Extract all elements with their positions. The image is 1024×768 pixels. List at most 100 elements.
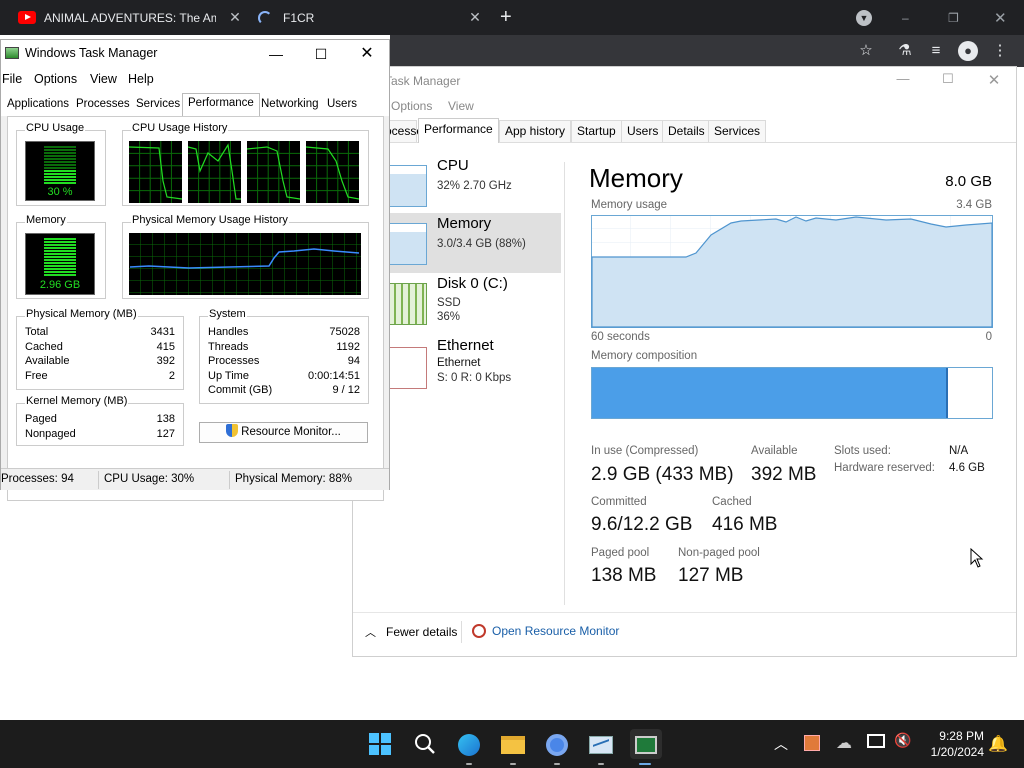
tab-details[interactable]: Details	[662, 120, 711, 142]
labs-flask-icon[interactable]: ⚗	[895, 41, 915, 61]
bookmark-star-icon[interactable]: ☆	[856, 41, 876, 61]
clock-date: 1/20/2024	[930, 745, 984, 759]
tab-applications[interactable]: Applications	[7, 98, 69, 110]
taskbar-edge-beta[interactable]	[454, 729, 484, 765]
sidebar-label: Disk 0 (C:)	[437, 275, 508, 292]
status-physical-memory: Physical Memory: 88%	[235, 473, 352, 485]
slots-label: Slots used:	[834, 445, 891, 457]
minimize-button[interactable]: —	[261, 44, 291, 64]
tab-users[interactable]: Users	[327, 98, 357, 110]
menu-view[interactable]: View	[448, 99, 474, 113]
cached-label: Cached	[712, 496, 752, 508]
window-title: Task Manager	[385, 74, 461, 88]
taskbar-chrome[interactable]	[542, 729, 572, 765]
committed-label: Committed	[591, 496, 647, 508]
new-tab-button[interactable]: +	[500, 0, 512, 35]
stat-row: Available 392	[25, 355, 175, 369]
close-tab-icon[interactable]: ✕	[467, 9, 483, 25]
menu-options[interactable]: Options	[34, 72, 77, 86]
close-tab-icon[interactable]: ✕	[227, 9, 243, 25]
minimize-button[interactable]: –	[902, 0, 909, 35]
memory-history-group: Physical Memory Usage History	[122, 214, 369, 299]
media-queue-icon[interactable]: ≡	[926, 41, 946, 61]
cpu-usage-value: 30 %	[47, 186, 73, 198]
taskbar-file-explorer[interactable]	[498, 729, 528, 765]
search-icon	[415, 734, 435, 754]
minimize-button[interactable]: —	[888, 71, 918, 91]
paged-pool-label: Paged pool	[591, 547, 650, 559]
kernel-memory-group: Kernel Memory (MB) Paged 138 Nonpaged 127	[16, 395, 184, 446]
close-button[interactable]: ✕	[979, 71, 1009, 91]
menu-file[interactable]: File	[2, 72, 22, 86]
taskbar-photos[interactable]	[586, 729, 616, 765]
menu-view[interactable]: View	[90, 72, 117, 86]
maximize-button[interactable]: ☐	[933, 71, 963, 91]
total-memory: 8.0 GB	[945, 173, 992, 190]
task-manager-window: Task Manager — ☐ ✕ Options View Processe…	[352, 66, 1017, 657]
tab-search-button[interactable]: ▼	[856, 0, 872, 35]
fewer-details-button[interactable]: ︿ Fewer details	[365, 624, 457, 640]
close-button[interactable]: ✕	[352, 44, 382, 64]
tab-startup[interactable]: Startup	[571, 120, 622, 142]
menu-options[interactable]: Options	[391, 99, 432, 113]
network-icon[interactable]	[867, 734, 885, 748]
slots-value: N/A	[949, 445, 969, 457]
maximize-button[interactable]: ☐	[306, 44, 336, 64]
restore-button[interactable]: ❐	[948, 0, 959, 35]
stat-label: Up Time	[208, 369, 249, 382]
physical-memory-group: Physical Memory (MB) Total 3431 Cached 415 A…	[16, 308, 184, 390]
search-button[interactable]	[410, 729, 440, 759]
browser-toolbar: ☆ ⚗ ≡ ● ⋮	[390, 35, 1024, 67]
menu-bar: File Options View Help	[1, 68, 389, 90]
browser-tab-f1cr[interactable]: F1CR ✕	[258, 0, 483, 35]
stat-row: Threads 1192	[208, 341, 360, 355]
stat-label: Processes	[208, 355, 260, 367]
cpu-core-graph	[129, 141, 182, 203]
tab-services[interactable]: Services	[708, 120, 767, 142]
stat-value: 3431	[150, 326, 175, 338]
chevron-up-icon[interactable]: ︿	[774, 734, 788, 754]
clock[interactable]: 9:28 PM 1/20/2024	[931, 728, 984, 760]
task-manager-icon	[5, 47, 19, 59]
cpu-core-graph	[247, 141, 300, 203]
menu-help[interactable]: Help	[128, 72, 154, 86]
cloud-offline-icon[interactable]: ☁	[836, 733, 852, 753]
taskbar: ︿ ☁ 🔇 9:28 PM 1/20/2024 🔔	[0, 720, 1024, 768]
tab-networking[interactable]: Networking	[261, 98, 319, 110]
tray-app-icon[interactable]	[804, 735, 820, 751]
volume-muted-icon[interactable]: 🔇	[894, 732, 911, 749]
stat-label: Commit (GB)	[208, 384, 273, 396]
memory-usage-graph	[591, 215, 993, 328]
resource-monitor-icon	[472, 624, 486, 638]
stat-row: Nonpaged 127	[25, 428, 175, 442]
stat-row: Processes 94	[208, 355, 360, 369]
resource-monitor-button[interactable]: Resource Monitor...	[199, 422, 368, 443]
taskbar-task-manager[interactable]	[630, 729, 662, 765]
tab-performance[interactable]: Performance	[418, 118, 499, 143]
profile-icon[interactable]: ●	[958, 41, 978, 61]
tab-performance[interactable]: Performance	[182, 93, 260, 117]
stat-label: Total	[25, 326, 49, 338]
close-browser-button[interactable]: ✕	[994, 0, 1007, 35]
folder-icon	[501, 735, 525, 754]
browser-tab-youtube[interactable]: ANIMAL ADVENTURES: The Ama ✕	[18, 0, 243, 35]
loading-spinner-icon	[258, 10, 272, 25]
tab-users[interactable]: Users	[621, 120, 665, 142]
paged-pool-value: 138 MB	[591, 565, 657, 586]
sidebar-sub: Ethernet	[437, 357, 481, 369]
notification-bell-icon[interactable]: 🔔	[988, 734, 1008, 754]
stat-label: Threads	[208, 340, 249, 353]
browser-tab-strip: ANIMAL ADVENTURES: The Ama ✕ F1CR ✕ + ▼ …	[0, 0, 1024, 35]
memory-history-graph	[129, 233, 361, 295]
title-bar: Task Manager — ☐ ✕	[353, 67, 1016, 95]
more-menu-icon[interactable]: ⋮	[990, 41, 1010, 61]
tab-services[interactable]: Services	[136, 98, 180, 110]
stat-value: 138	[156, 413, 175, 425]
start-button[interactable]	[365, 729, 395, 759]
stat-value: 0:00:14:51	[308, 369, 360, 382]
tab-app-history[interactable]: App history	[499, 120, 572, 142]
in-use-label: In use (Compressed)	[591, 445, 699, 457]
open-resource-monitor-link[interactable]: Open Resource Monitor	[472, 624, 619, 638]
tab-processes[interactable]: Processes	[76, 98, 130, 110]
status-processes: Processes: 94	[1, 473, 74, 485]
